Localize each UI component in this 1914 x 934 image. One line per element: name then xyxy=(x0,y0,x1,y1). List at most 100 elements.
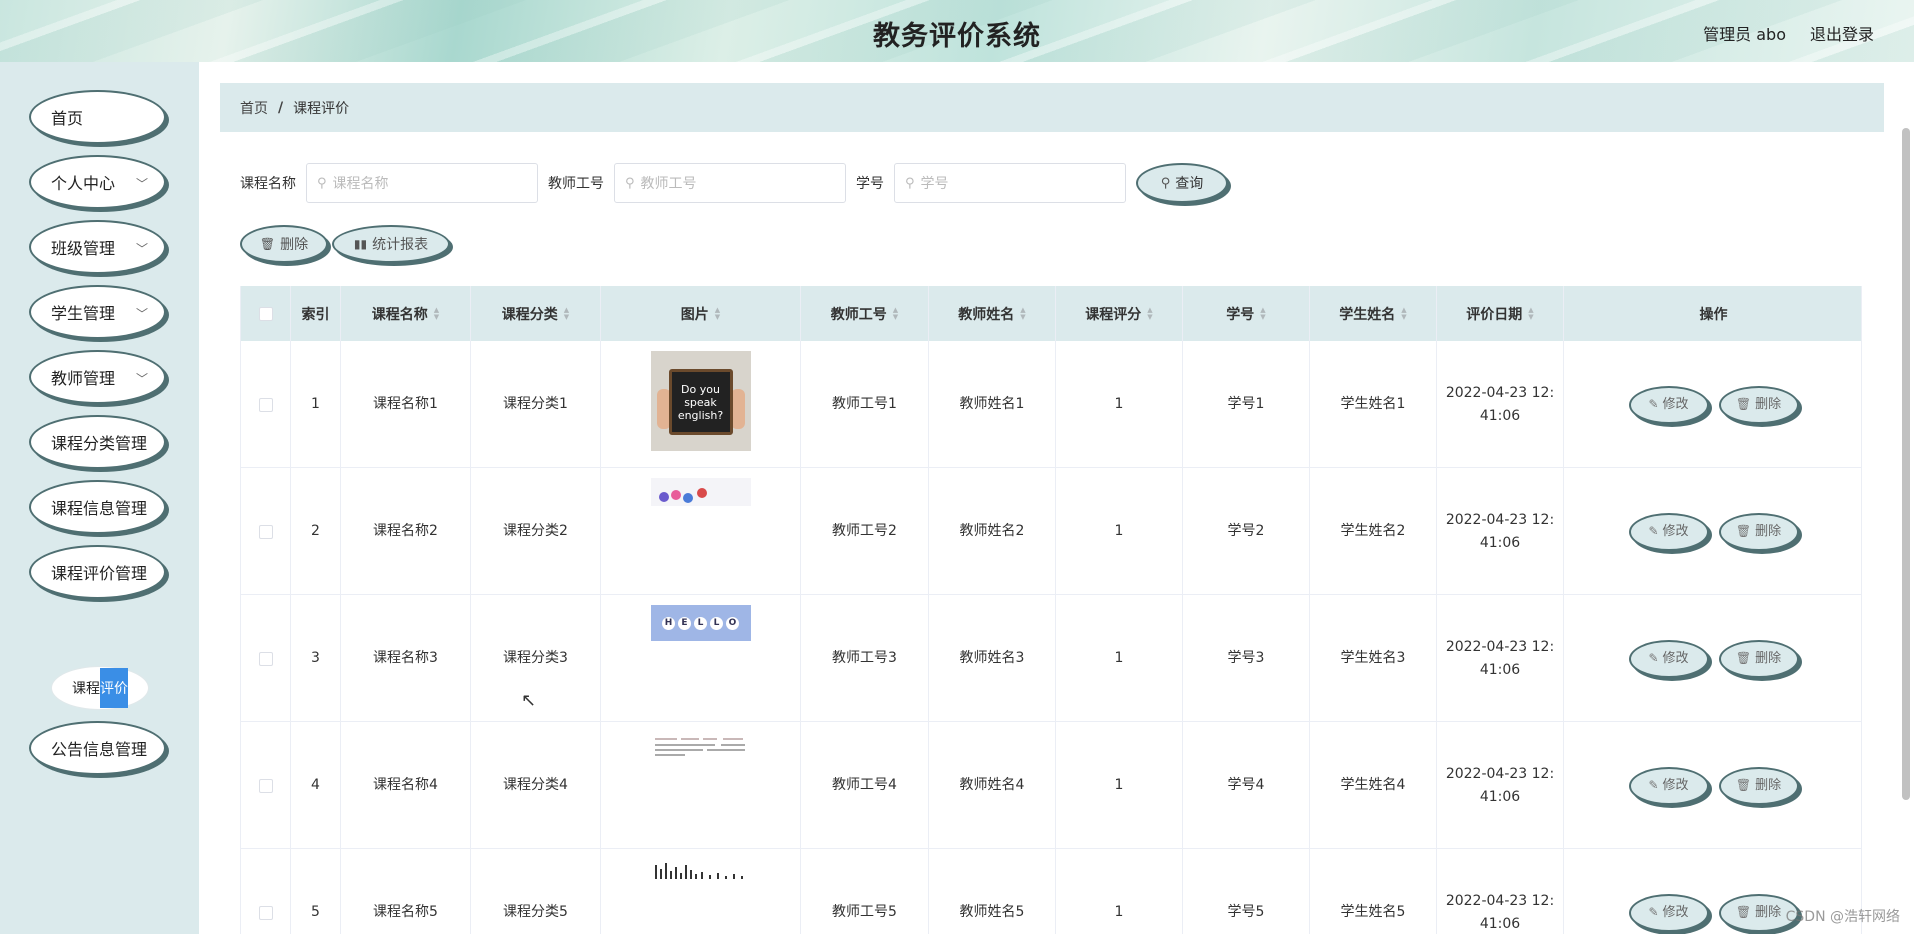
course-name-input[interactable]: ⚲ 课程名称 xyxy=(306,163,538,203)
chalkboard-text: Do you speak english? xyxy=(668,369,733,435)
sidebar-item-class-management[interactable]: 班级管理 ﹀ xyxy=(29,220,166,274)
course-thumbnail[interactable] xyxy=(650,859,751,883)
header-course-name[interactable]: 课程名称 ▲ ▼ xyxy=(341,286,471,341)
sidebar-item-student-management[interactable]: 学生管理 ﹀ xyxy=(29,285,166,339)
trash-icon: 🗑 xyxy=(1735,778,1752,792)
sort-icon[interactable]: ▲ ▼ xyxy=(434,306,439,321)
sort-icon[interactable]: ▲ ▼ xyxy=(715,306,720,321)
cell-date: 2022-04-23 12: 41:06 xyxy=(1437,849,1564,934)
delete-button[interactable]: 🗑 删除 xyxy=(1718,639,1799,678)
header-student-no[interactable]: 学号 ▲ ▼ xyxy=(1183,286,1310,341)
row-select xyxy=(241,722,291,849)
sidebar-item-label: 学生管理 xyxy=(51,304,116,323)
edit-button[interactable]: ✎ 修改 xyxy=(1628,639,1709,678)
cell-course-name: 课程名称2 xyxy=(341,468,471,595)
vertical-scrollbar[interactable] xyxy=(1902,128,1910,800)
sort-icon[interactable]: ▲ ▼ xyxy=(1260,306,1265,321)
row-checkbox[interactable] xyxy=(258,651,273,666)
decoration-dot xyxy=(682,493,693,503)
edit-label: 修改 xyxy=(1662,651,1689,666)
logout-link[interactable]: 退出登录 xyxy=(1810,21,1874,45)
chevron-down-icon: ﹀ xyxy=(135,307,148,321)
edit-label: 修改 xyxy=(1662,778,1689,793)
top-header: 教务评价系统 管理员 abo 退出登录 xyxy=(0,0,1914,62)
edit-icon: ✎ xyxy=(1648,905,1659,919)
sidebar-item-course-category-management[interactable]: 课程分类管理 xyxy=(29,415,166,469)
sort-icon[interactable]: ▲ ▼ xyxy=(1528,306,1533,321)
cell-score: 1 xyxy=(1056,595,1183,722)
cell-course-category: 课程分类4 xyxy=(471,722,601,849)
delete-button[interactable]: 🗑 删除 xyxy=(1718,766,1799,805)
query-button[interactable]: ⚲ 查询 xyxy=(1136,163,1228,203)
sidebar-item-course-info-management[interactable]: 课程信息管理 xyxy=(29,480,166,534)
cell-student-name: 学生姓名5 xyxy=(1310,849,1437,934)
edit-button[interactable]: ✎ 修改 xyxy=(1628,766,1709,805)
header-score[interactable]: 课程评分 ▲ ▼ xyxy=(1056,286,1183,341)
cell-teacher-name: 教师姓名2 xyxy=(929,468,1056,595)
course-thumbnail[interactable]: H E L L O xyxy=(650,605,751,641)
header-label: 评价日期 xyxy=(1466,306,1523,323)
course-thumbnail[interactable] xyxy=(650,478,751,506)
breadcrumb-home[interactable]: 首页 xyxy=(240,98,268,118)
batch-delete-button[interactable]: 🗑 删除 xyxy=(240,225,328,263)
edit-button[interactable]: ✎ 修改 xyxy=(1628,893,1709,932)
header-student-name[interactable]: 学生姓名 ▲ ▼ xyxy=(1310,286,1437,341)
waveform-bar xyxy=(694,874,697,879)
header-teacher-no[interactable]: 教师工号 ▲ ▼ xyxy=(801,286,929,341)
cell-course-name: 课程名称1 xyxy=(341,341,471,468)
table-row: 3 课程名称3 课程分类3 H E L L O 教师工号3 教师姓名3 1 学号… xyxy=(241,595,1861,722)
delete-label: 删除 xyxy=(1755,905,1782,920)
sort-icon[interactable]: ▲ ▼ xyxy=(1401,306,1406,321)
sort-icon[interactable]: ▲ ▼ xyxy=(564,306,569,321)
report-button[interactable]: ▮▮ 统计报表 xyxy=(332,225,450,263)
header-label: 图片 xyxy=(680,306,709,323)
student-no-input[interactable]: ⚲ 学号 xyxy=(894,163,1126,203)
header-teacher-name[interactable]: 教师姓名 ▲ ▼ xyxy=(929,286,1056,341)
course-thumbnail[interactable] xyxy=(650,732,751,764)
search-icon: ⚲ xyxy=(905,175,915,191)
sidebar-item-label: 公告信息管理 xyxy=(51,740,148,759)
edit-button[interactable]: ✎ 修改 xyxy=(1628,385,1709,424)
teacher-no-placeholder: 教师工号 xyxy=(640,176,697,192)
date-line-1: 2022-04-23 12: xyxy=(1445,384,1555,401)
sort-icon[interactable]: ▲ ▼ xyxy=(893,306,898,321)
sidebar-item-notice-management[interactable]: 公告信息管理 xyxy=(29,721,166,775)
text-line xyxy=(702,738,717,740)
sidebar-item-home[interactable]: 首页 xyxy=(29,90,166,144)
sidebar-item-personal-center[interactable]: 个人中心 ﹀ xyxy=(29,155,166,209)
sort-icon[interactable]: ▲ ▼ xyxy=(1020,306,1025,321)
date-line-1: 2022-04-23 12: xyxy=(1445,765,1555,782)
select-all-checkbox[interactable] xyxy=(258,306,273,321)
waveform-bar xyxy=(674,867,677,879)
header-date[interactable]: 评价日期 ▲ ▼ xyxy=(1437,286,1564,341)
teacher-no-label: 教师工号 xyxy=(548,176,604,192)
sidebar-item-label: 个人中心 xyxy=(51,174,116,193)
date-line-2: 41:06 xyxy=(1479,407,1521,424)
row-checkbox[interactable] xyxy=(258,905,273,920)
chevron-down-icon: ﹀ xyxy=(135,372,148,386)
row-checkbox[interactable] xyxy=(258,524,273,539)
row-select xyxy=(241,595,291,722)
sidebar-item-course-evaluation-management[interactable]: 课程评价管理 xyxy=(29,545,166,599)
header-image[interactable]: 图片 ▲ ▼ xyxy=(601,286,801,341)
letter-ball: H xyxy=(662,616,675,630)
submenu-item-course-evaluation[interactable]: 课程 评价 xyxy=(51,666,149,710)
cell-image: H E L L O xyxy=(601,595,801,722)
delete-button[interactable]: 🗑 删除 xyxy=(1718,512,1799,551)
waveform-bar xyxy=(724,876,727,879)
row-checkbox[interactable] xyxy=(258,778,273,793)
submenu-label-highlight: 评价 xyxy=(100,668,128,708)
course-thumbnail[interactable]: Do you speak english? xyxy=(650,351,751,451)
cell-teacher-name: 教师姓名5 xyxy=(929,849,1056,934)
delete-button[interactable]: 🗑 删除 xyxy=(1718,385,1799,424)
table-header: 索引 课程名称 ▲ ▼ 课程分类 ▲ ▼ 图片 ▲ ▼ 教师工号 ▲ ▼ 教师姓名 ▲ ▼ 课程评分… xyxy=(241,286,1861,341)
sort-icon[interactable]: ▲ ▼ xyxy=(1147,306,1152,321)
row-checkbox[interactable] xyxy=(258,397,273,412)
edit-button[interactable]: ✎ 修改 xyxy=(1628,512,1709,551)
teacher-no-input[interactable]: ⚲ 教师工号 xyxy=(614,163,846,203)
cell-score: 1 xyxy=(1056,341,1183,468)
table-row: 5 课程名称5 课程分类5 教师工号5 教师姓名5 1 学号5 学生姓名5 20… xyxy=(241,849,1861,934)
sidebar-item-teacher-management[interactable]: 教师管理 ﹀ xyxy=(29,350,166,404)
text-line xyxy=(654,738,677,740)
header-course-category[interactable]: 课程分类 ▲ ▼ xyxy=(471,286,601,341)
